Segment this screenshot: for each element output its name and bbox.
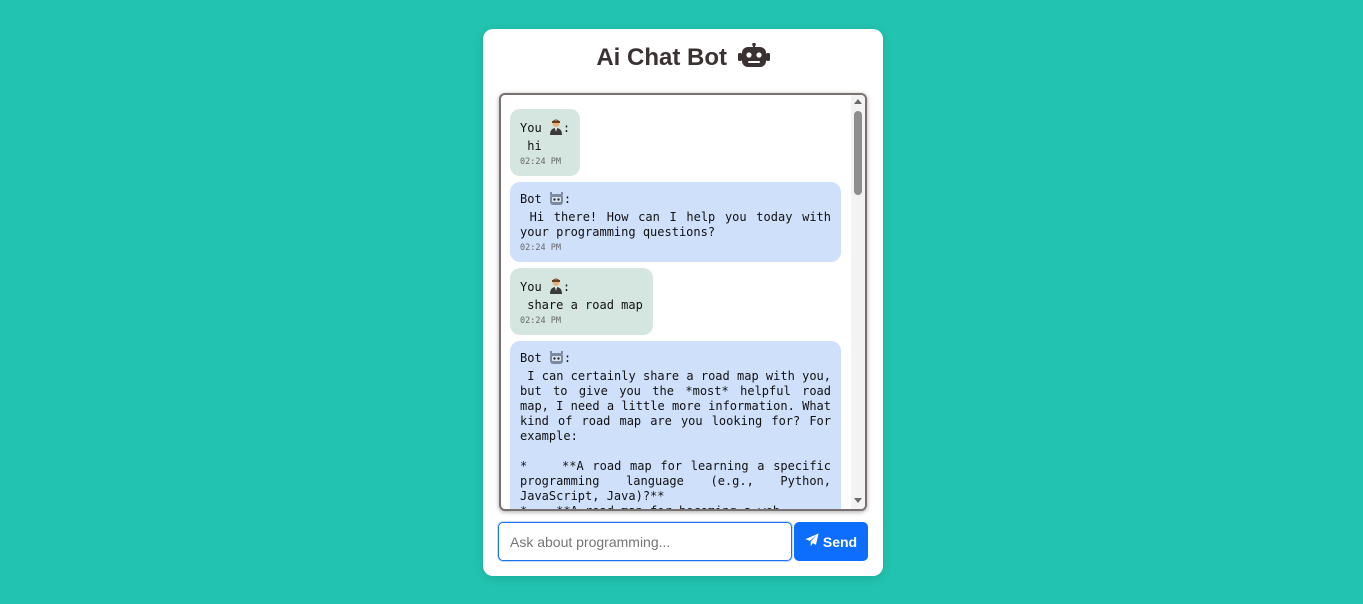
title-text: Ai Chat Bot (596, 44, 727, 71)
chat-history[interactable]: You : hi 02:24 PM Bot : Hi there! How can … (499, 93, 867, 511)
robot-icon (737, 42, 770, 77)
message-sender-name: You (520, 280, 542, 294)
message-sender: You : (520, 119, 570, 139)
user-message: You : hi 02:24 PM (510, 109, 581, 176)
message-text: Hi there! How can I help you today with … (520, 210, 839, 239)
chat-input[interactable] (498, 522, 792, 561)
message-sender: Bot : (520, 351, 831, 369)
message-text: share a road map (520, 298, 643, 312)
message-timestamp: 02:24 PM (520, 316, 561, 326)
message-timestamp: 02:24 PM (520, 157, 561, 167)
bot-message: Bot : I can certainly share a road map w… (510, 341, 841, 509)
bot-icon (549, 351, 564, 369)
message-sender: You : (520, 278, 643, 298)
message-list: You : hi 02:24 PM Bot : Hi there! How can … (501, 95, 851, 509)
message-timestamp: 02:24 PM (520, 243, 561, 253)
paper-plane-icon (805, 533, 819, 550)
bot-message: Bot : Hi there! How can I help you today… (510, 182, 841, 262)
page-title: Ai Chat Bot (483, 42, 883, 73)
person-icon (549, 119, 563, 139)
scroll-up-arrow-icon[interactable] (854, 99, 862, 104)
chat-scrollbar[interactable] (851, 95, 865, 509)
send-button-label: Send (822, 533, 858, 550)
user-message: You : share a road map 02:24 PM (510, 268, 653, 335)
scroll-thumb[interactable] (854, 111, 862, 195)
message-sender-name: Bot (520, 351, 542, 365)
bot-icon (549, 192, 564, 210)
send-button[interactable]: Send (794, 522, 868, 561)
person-icon (549, 278, 563, 298)
chat-card: Ai Chat Bot You : hi 02:24 PM Bot : Hi the… (483, 29, 883, 576)
message-text: I can certainly share a road map with yo… (520, 369, 831, 509)
input-row: Send (498, 522, 868, 561)
message-sender: Bot : (520, 192, 831, 210)
scroll-down-arrow-icon[interactable] (854, 498, 862, 503)
message-sender-name: Bot (520, 192, 542, 206)
message-sender-name: You (520, 121, 542, 135)
message-text: hi (520, 139, 542, 153)
